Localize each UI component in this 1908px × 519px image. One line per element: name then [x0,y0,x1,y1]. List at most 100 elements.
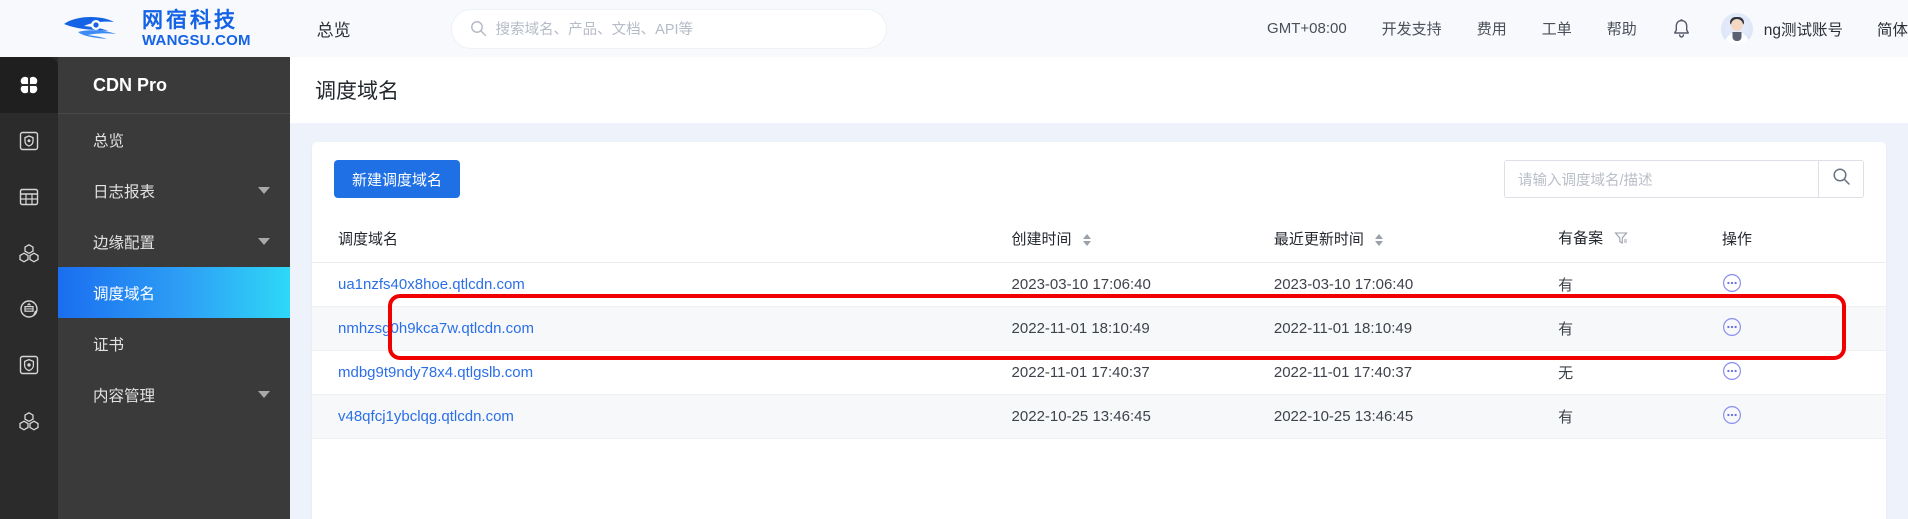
table-head: 调度域名 创建时间 最近更新时间 有备案 操作 [312,214,1886,263]
table-row[interactable]: ua1nzfs40x8hoe.qtlcdn.com 2023-03-10 17:… [312,262,1886,307]
rail-item-security[interactable] [0,337,58,393]
table-header-row: 调度域名 创建时间 最近更新时间 有备案 操作 [312,214,1886,263]
sidebar: CDN Pro 总览 日志报表 边缘配置 调度域名 证书 内容管理 [58,57,290,519]
language-selector[interactable]: 简体 [1877,18,1908,40]
domain-link[interactable]: mdbg9t9ndy78x4.qtlgslb.com [338,364,533,381]
chevron-down-icon [258,391,270,398]
column-label: 调度域名 [338,230,399,248]
table-row[interactable]: mdbg9t9ndy78x4.qtlgslb.com 2022-11-01 17… [312,350,1886,395]
sidebar-item-label: 调度域名 [93,285,156,303]
sidebar-item-certificates[interactable]: 证书 [58,318,290,369]
brand-wordmark: 网宿科技 WANGSU.COM [142,9,251,49]
cell-domain: nmhzsg0h9kca7w.qtlcdn.com [312,306,1012,351]
rail-item-shield-badge[interactable] [0,113,58,169]
chevron-down-icon [258,187,270,194]
more-circle-icon[interactable] [1722,361,1742,385]
more-circle-icon[interactable] [1722,405,1742,429]
domain-search-input[interactable]: 请输入调度域名/描述 [1504,160,1818,198]
domain-search-button[interactable] [1818,160,1864,198]
main-content: 调度域名 新建调度域名 请输入调度域名/描述 调度域名 创建时间 最近更新时间 … [290,57,1908,519]
cell-domain: ua1nzfs40x8hoe.qtlcdn.com [312,262,1012,307]
sidebar-item-scheduling-domain[interactable]: 调度域名 [58,267,290,318]
avatar-collar [1732,31,1742,41]
grid-apps-icon [18,74,40,96]
application-window: 网宿科技 WANGSU.COM 总览 搜索域名、产品、文档、API等 GMT+0… [0,0,1908,519]
panel-toolbar: 新建调度域名 请输入调度域名/描述 [312,142,1886,198]
create-scheduling-domain-button[interactable]: 新建调度域名 [334,160,461,198]
cell-updated: 2022-11-01 18:10:49 [1273,306,1559,351]
rail-item-apps[interactable] [0,57,58,113]
timezone-selector[interactable]: GMT+08:00 [1267,20,1347,37]
nodes-cluster-icon [18,410,40,432]
header-link-billing[interactable]: 费用 [1477,18,1507,39]
search-icon [1832,167,1851,191]
header-link-dev-support[interactable]: 开发支持 [1382,18,1442,39]
domain-link[interactable]: nmhzsg0h9kca7w.qtlcdn.com [338,320,534,337]
nav-overview-link[interactable]: 总览 [317,16,351,41]
sidebar-item-edge-config[interactable]: 边缘配置 [58,216,290,267]
sidebar-item-log-reports[interactable]: 日志报表 [58,165,290,216]
sidebar-item-label: 证书 [93,336,125,354]
cell-domain: mdbg9t9ndy78x4.qtlgslb.com [312,350,1012,395]
domain-link[interactable]: ua1nzfs40x8hoe.qtlcdn.com [338,276,525,293]
account-name[interactable]: ng测试账号 [1764,18,1843,40]
nodes-cluster-icon [18,242,40,264]
column-header-created[interactable]: 创建时间 [1011,214,1274,263]
sort-arrows-icon[interactable] [1082,233,1091,246]
header-link-help[interactable]: 帮助 [1607,18,1637,39]
rail-item-nodes[interactable] [0,225,58,281]
domain-link[interactable]: v48qfcj1ybclqg.qtlcdn.com [338,408,514,425]
top-header-bar: 网宿科技 WANGSU.COM 总览 搜索域名、产品、文档、API等 GMT+0… [0,0,1908,57]
filter-icon[interactable] [1614,231,1628,249]
cell-filed: 无 [1558,350,1723,395]
cell-actions [1722,262,1886,307]
rail-item-refresh-cache[interactable] [0,281,58,337]
sidebar-item-overview[interactable]: 总览 [58,114,290,165]
column-label: 最近更新时间 [1273,230,1364,248]
cell-actions [1722,394,1886,439]
column-header-filed: 有备案 [1558,214,1723,263]
table-row[interactable]: nmhzsg0h9kca7w.qtlcdn.com 2022-11-01 18:… [312,306,1886,351]
security-shield-icon [18,354,40,376]
content-panel: 新建调度域名 请输入调度域名/描述 调度域名 创建时间 最近更新时间 有备案 操… [312,142,1886,519]
column-label: 创建时间 [1011,230,1072,248]
global-search-placeholder: 搜索域名、产品、文档、API等 [495,22,694,38]
cell-filed: 有 [1558,306,1723,351]
page-title: 调度域名 [315,80,399,103]
sort-arrows-icon[interactable] [1375,233,1384,246]
table-body: ua1nzfs40x8hoe.qtlcdn.com 2023-03-10 17:… [312,262,1886,439]
refresh-cache-icon [18,298,40,320]
cell-updated: 2022-11-01 17:40:37 [1273,350,1559,395]
table-row[interactable]: v48qfcj1ybclqg.qtlcdn.com 2022-10-25 13:… [312,394,1886,439]
avatar[interactable] [1720,12,1753,45]
header-link-tickets[interactable]: 工单 [1542,18,1572,39]
cell-created: 2022-10-25 13:46:45 [1011,394,1274,439]
panel-search-group: 请输入调度域名/描述 [1504,160,1864,198]
more-circle-icon[interactable] [1722,317,1742,341]
cell-created: 2022-11-01 18:10:49 [1011,306,1274,351]
cell-filed: 有 [1558,262,1723,307]
search-icon [470,20,487,37]
cell-actions [1722,350,1886,395]
column-label: 操作 [1722,230,1753,248]
sidebar-item-label: 内容管理 [93,387,156,405]
global-search-input[interactable]: 搜索域名、产品、文档、API等 [450,8,887,49]
column-header-updated[interactable]: 最近更新时间 [1273,214,1559,263]
more-circle-icon[interactable] [1722,273,1742,297]
table-report-icon [18,186,40,208]
cell-filed: 有 [1558,394,1723,439]
sidebar-item-label: 总览 [93,132,125,150]
sidebar-item-content-management[interactable]: 内容管理 [58,369,290,420]
bell-icon[interactable] [1672,18,1691,39]
rail-item-nodes-2[interactable] [0,393,58,449]
header-right-group: GMT+08:00 开发支持 费用 工单 帮助 ng测试账号 简体 [1267,0,1908,57]
rail-item-reports[interactable] [0,169,58,225]
brand-logo[interactable]: 网宿科技 WANGSU.COM [62,9,251,49]
brand-name-en: WANGSU.COM [142,31,251,49]
chevron-down-icon [258,238,270,245]
scheduling-domain-table: 调度域名 创建时间 最近更新时间 有备案 操作 ua1nzfs40x8hoe.q… [312,214,1886,439]
icon-rail [0,57,58,519]
column-header-actions: 操作 [1722,214,1886,263]
sidebar-item-label: 日志报表 [93,183,156,201]
column-label: 有备案 [1558,230,1604,247]
